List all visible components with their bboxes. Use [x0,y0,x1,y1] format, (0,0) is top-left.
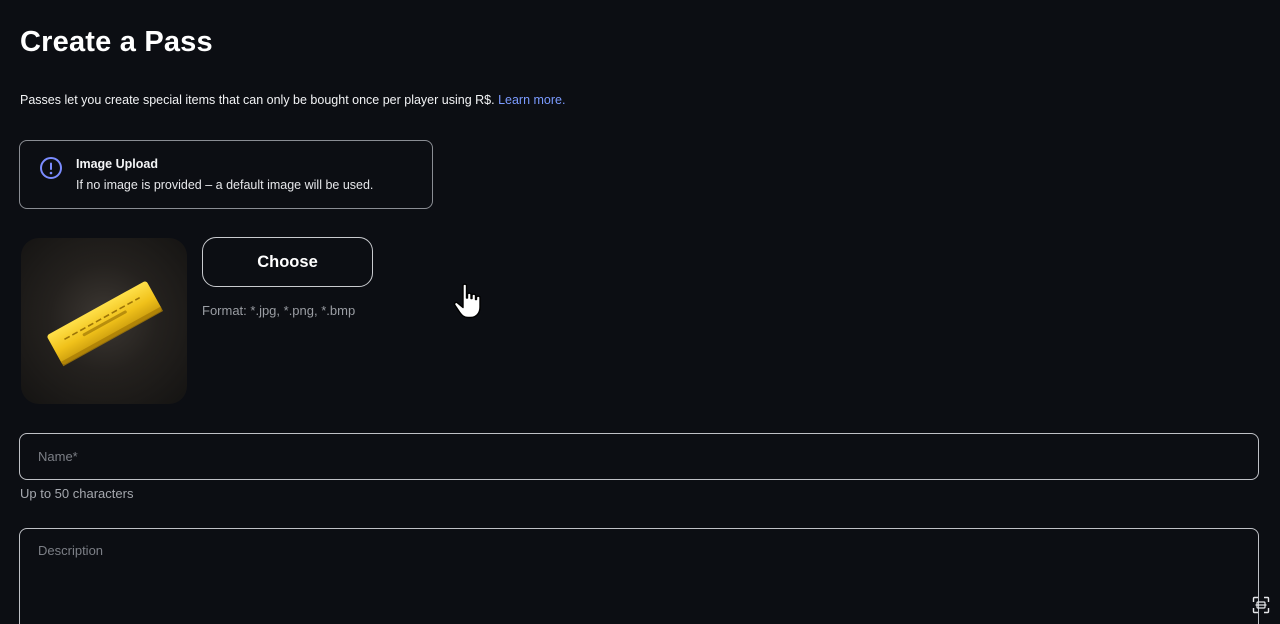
intro-text: Passes let you create special items that… [20,93,495,107]
image-format-hint: Format: *.jpg, *.png, *.bmp [202,303,356,318]
ticket-image [47,281,164,367]
hand-pointer-cursor-icon [453,283,481,319]
intro-text-line: Passes let you create special items that… [20,93,565,107]
description-input[interactable] [19,528,1259,624]
page-title: Create a Pass [20,26,213,58]
screen-capture-icon[interactable] [1252,596,1270,614]
notice-text: If no image is provided – a default imag… [76,178,374,192]
name-character-limit-hint: Up to 50 characters [20,486,134,501]
create-pass-page: Create a Pass Passes let you create spec… [0,0,1280,624]
name-input[interactable] [19,433,1259,480]
image-upload-notice: Image Upload If no image is provided – a… [19,140,433,209]
info-circle-icon [40,157,62,179]
notice-title: Image Upload [76,157,158,171]
choose-image-button[interactable]: Choose [202,237,373,287]
learn-more-link[interactable]: Learn more. [498,93,565,107]
pass-image-preview [21,238,187,404]
